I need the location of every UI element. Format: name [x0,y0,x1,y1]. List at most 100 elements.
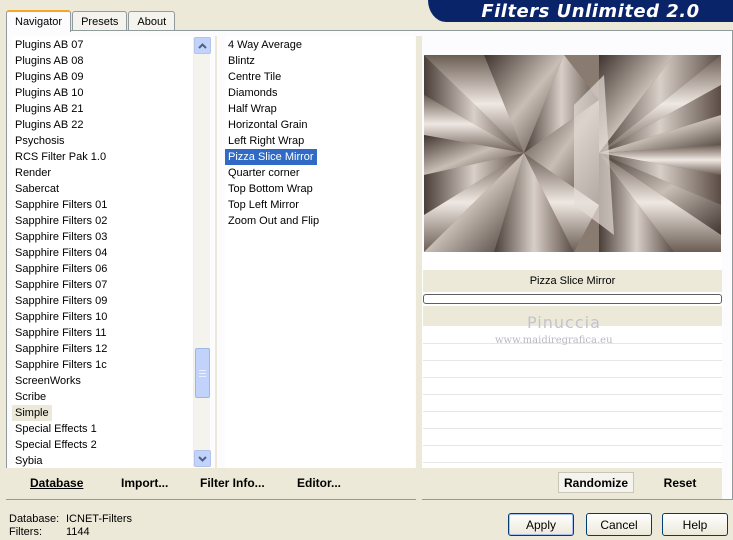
list-item[interactable]: Sapphire Filters 02 [12,213,195,229]
scroll-down-button[interactable] [194,450,211,467]
editor-label: Editor... [297,476,342,490]
list-item-label: Plugins AB 07 [15,39,84,51]
list-item[interactable]: Sapphire Filters 06 [12,261,195,277]
list-item[interactable]: Sybia [12,453,195,468]
chevron-down-icon [198,455,207,462]
list-item[interactable]: Plugins AB 08 [12,53,195,69]
title-banner: Filters Unlimited 2.0 [428,0,733,22]
list-item-label: Zoom Out and Flip [228,215,320,227]
chevron-up-icon [198,42,207,49]
list-item[interactable]: Plugins AB 07 [12,37,195,53]
list-item-label: Sapphire Filters 1c [15,359,107,371]
editor-button[interactable]: Editor... [297,476,341,490]
list-item[interactable]: ScreenWorks [12,373,195,389]
status-database: Database: ICNET-Filters [9,513,132,525]
list-item[interactable]: Special Effects 1 [12,421,195,437]
list-item-label: Plugins AB 10 [15,87,84,99]
list-item-label: Sapphire Filters 02 [15,215,108,227]
list-item[interactable]: Sapphire Filters 01 [12,197,195,213]
list-item[interactable]: Sapphire Filters 11 [12,325,195,341]
parameter-row[interactable] [423,379,722,395]
list-item[interactable]: Diamonds [225,85,415,101]
list-item[interactable]: Horizontal Grain [225,117,415,133]
parameter-row[interactable] [423,447,722,463]
list-item[interactable]: Sabercat [12,181,195,197]
filters-count-value: 1144 [66,526,90,538]
tab-presets[interactable]: Presets [72,11,128,31]
grip-icon [199,369,206,377]
list-item[interactable]: Sapphire Filters 10 [12,309,195,325]
list-item-label: Sapphire Filters 07 [15,279,108,291]
scroll-up-button[interactable] [194,37,211,54]
filter-info-button[interactable]: Filter Info... [200,476,265,490]
parameter-row[interactable] [423,413,722,429]
list-item[interactable]: Simple [12,405,195,421]
pizza-slice-mirror-preview [424,55,721,252]
tab-about[interactable]: About [128,11,176,31]
list-item[interactable]: Render [12,165,195,181]
list-item[interactable]: Sapphire Filters 09 [12,293,195,309]
list-item[interactable]: Top Left Mirror [225,197,415,213]
parameter-row[interactable] [423,362,722,378]
tab-bar: Navigator Presets About [6,9,176,32]
list-item-label: Horizontal Grain [228,119,308,131]
list-item-label: Plugins AB 21 [15,103,84,115]
list-item[interactable]: Sapphire Filters 04 [12,245,195,261]
list-item-label: Blintz [228,55,255,67]
list-item[interactable]: Top Bottom Wrap [225,181,415,197]
list-item[interactable]: 4 Way Average [225,37,415,53]
list-item-label: ScreenWorks [15,375,81,387]
list-item[interactable]: Sapphire Filters 12 [12,341,195,357]
randomize-button[interactable]: Randomize [558,472,634,493]
list-item[interactable]: Pizza Slice Mirror [225,149,415,165]
list-item[interactable]: Scribe [12,389,195,405]
list-item-label: Top Left Mirror [228,199,299,211]
list-item[interactable]: Psychosis [12,133,195,149]
list-item[interactable]: RCS Filter Pak 1.0 [12,149,195,165]
list-item[interactable]: Half Wrap [225,101,415,117]
list-item-label: Sabercat [15,183,60,195]
parameter-row[interactable] [423,345,722,361]
list-item-label: 4 Way Average [228,39,302,51]
list-item-label: Sapphire Filters 01 [15,199,108,211]
list-item[interactable]: Blintz [225,53,415,69]
tab-navigator[interactable]: Navigator [6,10,72,32]
database-button[interactable]: Database [30,476,83,490]
list-item[interactable]: Plugins AB 10 [12,85,195,101]
cancel-button[interactable]: Cancel [586,513,652,536]
list-item[interactable]: Centre Tile [225,69,415,85]
list-item[interactable]: Plugins AB 22 [12,117,195,133]
list-item[interactable]: Sapphire Filters 1c [12,357,195,373]
list-item-label: Diamonds [228,87,278,99]
parameter-row[interactable] [423,396,722,412]
filter-info-label: Filter Info... [200,476,265,490]
help-button[interactable]: Help [662,513,728,536]
list-item-label: Sapphire Filters 11 [15,327,107,339]
list-item[interactable]: Sapphire Filters 03 [12,229,195,245]
category-scrollbar[interactable] [193,37,211,467]
list-item-label: Half Wrap [228,103,277,115]
apply-button[interactable]: Apply [508,513,574,536]
list-divider [215,36,217,468]
list-item[interactable]: Sapphire Filters 07 [12,277,195,293]
list-item-label: Sapphire Filters 10 [15,311,108,323]
scroll-thumb[interactable] [195,348,210,398]
filter-list[interactable]: 4 Way Average Blintz Centre Tile Diamonds Ha… [225,36,415,468]
list-item[interactable]: Plugins AB 09 [12,69,195,85]
list-item-label: RCS Filter Pak 1.0 [15,151,107,163]
list-item-label: Pizza Slice Mirror [225,149,317,165]
list-item[interactable]: Plugins AB 21 [12,101,195,117]
import-button[interactable]: Import... [121,476,168,490]
parameter-row[interactable] [423,430,722,446]
list-item[interactable]: Zoom Out and Flip [225,213,415,229]
reset-button[interactable]: Reset [655,472,705,493]
list-item[interactable]: Special Effects 2 [12,437,195,453]
list-item[interactable]: Left Right Wrap [225,133,415,149]
list-item-label: Sapphire Filters 06 [15,263,108,275]
list-item[interactable]: Quarter corner [225,165,415,181]
list-item-label: Plugins AB 09 [15,71,84,83]
category-list[interactable]: Plugins AB 07 Plugins AB 08 Plugins AB 09 P… [12,36,195,468]
preview-image [424,55,721,252]
list-item-label: Scribe [15,391,47,403]
list-item-label: Special Effects 2 [15,439,97,451]
